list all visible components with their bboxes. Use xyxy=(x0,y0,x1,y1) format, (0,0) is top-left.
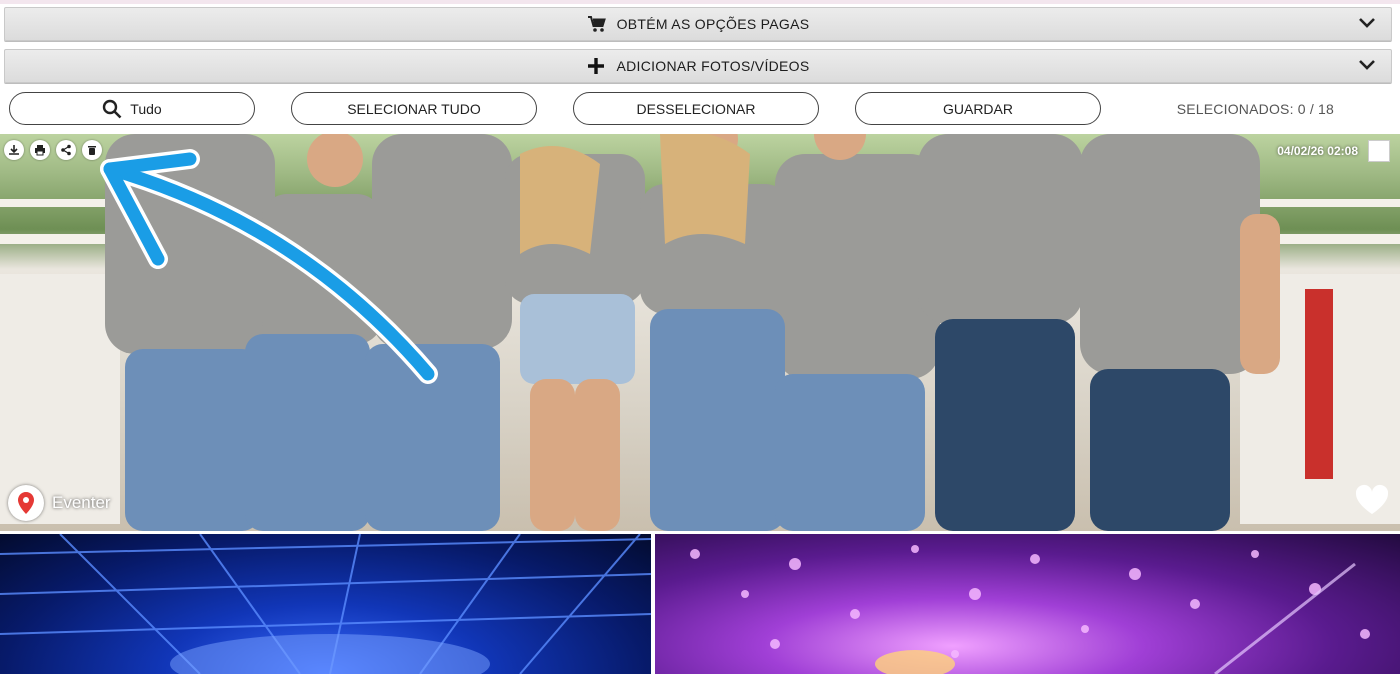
print-icon[interactable] xyxy=(30,140,50,160)
top-accent-line xyxy=(0,0,1400,4)
add-media-label: ADICIONAR FOTOS/VÍDEOS xyxy=(616,58,810,74)
filter-button[interactable]: Tudo xyxy=(9,92,255,125)
heart-icon[interactable] xyxy=(1354,484,1390,521)
save-label: GUARDAR xyxy=(942,100,1013,117)
location-label: Eventer xyxy=(52,493,111,512)
photo-thumbnail[interactable] xyxy=(0,534,651,674)
photo-timestamp: 04/02/26 02:08 xyxy=(1277,144,1358,158)
save-button[interactable]: GUARDAR xyxy=(855,92,1101,125)
group-photo-scene xyxy=(0,134,1400,531)
arena-lights-image xyxy=(0,534,651,674)
paid-options-label: OBTÉM AS OPÇÕES PAGAS xyxy=(616,16,810,32)
chevron-down-icon[interactable] xyxy=(1357,57,1377,76)
filter-label: Tudo xyxy=(130,100,162,117)
select-all-button[interactable]: SELECIONAR TUDO xyxy=(291,92,537,125)
add-media-bar[interactable]: ADICIONAR FOTOS/VÍDEOS xyxy=(4,49,1392,83)
photo-select-checkbox[interactable] xyxy=(1368,140,1390,162)
paid-options-bar[interactable]: OBTÉM AS OPÇÕES PAGAS xyxy=(4,7,1392,41)
selected-count: SELECIONADOS: 0 / 18 xyxy=(1176,101,1334,117)
select-all-label: SELECIONAR TUDO xyxy=(347,100,481,117)
plus-icon xyxy=(586,56,606,76)
photo-thumbnail[interactable] xyxy=(655,534,1400,674)
confetti-image xyxy=(690,545,1370,674)
photo-toolbar xyxy=(4,140,102,160)
deselect-label: DESSELECIONAR xyxy=(636,100,756,117)
share-icon[interactable] xyxy=(56,140,76,160)
chevron-down-icon[interactable] xyxy=(1357,15,1377,34)
location-pin-icon xyxy=(8,485,44,521)
deselect-button[interactable]: DESSELECIONAR xyxy=(573,92,819,125)
trash-icon[interactable] xyxy=(82,140,102,160)
location-tag[interactable]: Eventer xyxy=(8,485,111,521)
cart-icon xyxy=(587,15,607,33)
download-icon[interactable] xyxy=(4,140,24,160)
action-row: Tudo SELECIONAR TUDO DESSELECIONAR GUARD… xyxy=(0,90,1400,130)
main-photo[interactable]: 04/02/26 02:08 Eventer xyxy=(0,134,1400,531)
search-icon xyxy=(102,99,122,119)
